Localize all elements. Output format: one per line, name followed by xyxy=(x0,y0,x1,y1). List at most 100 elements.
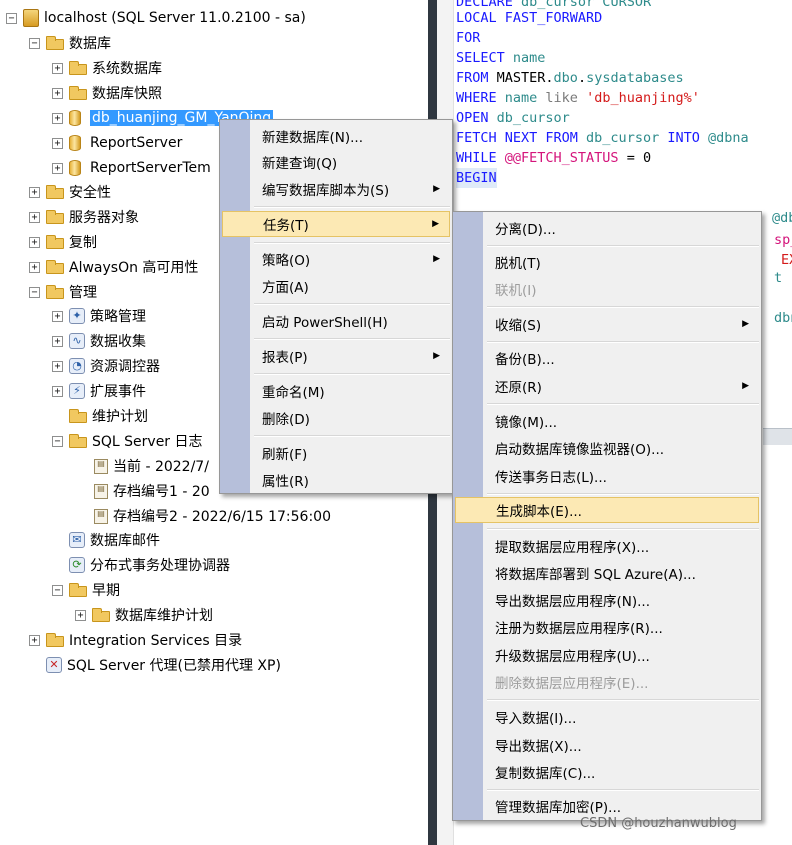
tree-node-maintenance-plans[interactable]: 维护计划 xyxy=(69,405,148,427)
menu-item-new-database[interactable]: 新建数据库(N)... xyxy=(252,123,450,149)
collapse-icon[interactable]: − xyxy=(6,12,17,24)
menu-item-export-data[interactable]: 导出数据(X)... xyxy=(485,732,759,758)
menu-separator xyxy=(487,493,759,495)
collapse-icon[interactable]: − xyxy=(29,37,40,49)
menu-separator xyxy=(254,373,450,375)
tree-node-legacy[interactable]: − 早期 xyxy=(52,579,120,601)
database-icon xyxy=(69,110,81,126)
expand-icon[interactable]: + xyxy=(29,261,40,273)
expand-icon[interactable]: + xyxy=(52,360,63,372)
menu-separator xyxy=(487,528,759,530)
expand-icon[interactable]: + xyxy=(52,87,63,99)
tree-node-extended-events[interactable]: + ⚡ 扩展事件 xyxy=(52,380,146,402)
menu-item-rename[interactable]: 重命名(M) xyxy=(252,378,450,404)
tree-node-label: AlwaysOn 高可用性 xyxy=(69,260,199,276)
tree-node-dtc[interactable]: ⟳ 分布式事务处理协调器 xyxy=(69,554,230,576)
menu-item-register-dac[interactable]: 注册为数据层应用程序(R)... xyxy=(485,614,759,640)
expand-icon[interactable]: + xyxy=(52,137,63,149)
folder-icon xyxy=(46,35,64,50)
menu-item-mirror-monitor[interactable]: 启动数据库镜像监视器(O)... xyxy=(485,435,759,461)
menu-item-policies[interactable]: 策略(O) ▶ xyxy=(252,246,450,272)
tree-node-integration-services[interactable]: + Integration Services 目录 xyxy=(29,629,242,651)
folder-icon xyxy=(46,284,64,299)
tree-node-resource-governor[interactable]: + ◔ 资源调控器 xyxy=(52,355,160,377)
tree-node-management[interactable]: − 管理 xyxy=(29,281,97,303)
editor-pane-divider xyxy=(763,428,792,445)
tree-node-label: 数据库邮件 xyxy=(90,533,160,549)
expand-icon[interactable]: + xyxy=(52,62,63,74)
tree-node-sql-server-agent[interactable]: ✕ SQL Server 代理(已禁用代理 XP) xyxy=(46,654,281,676)
expand-icon[interactable]: + xyxy=(52,335,63,347)
expand-icon[interactable]: + xyxy=(52,310,63,322)
folder-icon xyxy=(69,408,87,423)
tree-node-security[interactable]: + 安全性 xyxy=(29,181,111,203)
menu-item-script-database[interactable]: 编写数据库脚本为(S) ▶ xyxy=(252,176,450,202)
tree-node-databases[interactable]: − 数据库 xyxy=(29,32,111,54)
expand-icon[interactable]: + xyxy=(75,609,86,621)
menu-item-mirror[interactable]: 镜像(M)... xyxy=(485,408,759,434)
tree-node-sql-server-logs[interactable]: − SQL Server 日志 xyxy=(52,430,203,452)
tree-node-log-archive-1[interactable]: ▤ 存档编号1 - 20 xyxy=(94,480,210,502)
menu-item-detach[interactable]: 分离(D)... xyxy=(485,215,759,241)
tree-node-label: localhost (SQL Server 11.0.2100 - sa) xyxy=(44,10,306,26)
expand-icon[interactable]: + xyxy=(29,634,40,646)
submenu-arrow-icon: ▶ xyxy=(742,381,749,391)
watermark-text: CSDN @houzhanwublog xyxy=(580,816,737,831)
tree-node-log-current[interactable]: ▤ 当前 - 2022/7/ xyxy=(94,455,209,477)
menu-item-shrink[interactable]: 收缩(S) ▶ xyxy=(485,311,759,337)
tree-node-reportservertemp[interactable]: + ReportServerTem xyxy=(52,157,211,179)
tree-node-database-mail[interactable]: ✉ 数据库邮件 xyxy=(69,529,160,551)
menu-item-restore[interactable]: 还原(R) ▶ xyxy=(485,373,759,399)
menu-item-refresh[interactable]: 刷新(F) xyxy=(252,440,450,466)
menu-item-export-dac[interactable]: 导出数据层应用程序(N)... xyxy=(485,587,759,613)
menu-item-copy-database[interactable]: 复制数据库(C)... xyxy=(485,759,759,785)
menu-item-tasks[interactable]: 任务(T) ▶ xyxy=(222,211,450,237)
menu-item-facets[interactable]: 方面(A) xyxy=(252,273,450,299)
menu-item-extract-dac[interactable]: 提取数据层应用程序(X)... xyxy=(485,533,759,559)
tree-node-server[interactable]: − localhost (SQL Server 11.0.2100 - sa) xyxy=(6,7,306,29)
data-collection-icon: ∿ xyxy=(69,333,85,349)
menu-item-import-data[interactable]: 导入数据(I)... xyxy=(485,704,759,730)
tree-node-replication[interactable]: + 复制 xyxy=(29,231,97,253)
tree-node-system-databases[interactable]: + 系统数据库 xyxy=(52,57,162,79)
expand-icon[interactable]: + xyxy=(52,385,63,397)
menu-item-take-offline[interactable]: 脱机(T) xyxy=(485,249,759,275)
tree-node-reportserver[interactable]: + ReportServer xyxy=(52,132,182,154)
menu-item-generate-scripts[interactable]: 生成脚本(E)... xyxy=(455,497,759,523)
expand-icon[interactable]: + xyxy=(29,211,40,223)
menu-item-log-shipping[interactable]: 传送事务日志(L)... xyxy=(485,463,759,489)
tree-node-data-collection[interactable]: + ∿ 数据收集 xyxy=(52,330,146,352)
menu-item-delete[interactable]: 删除(D) xyxy=(252,405,450,431)
menu-item-properties[interactable]: 属性(R) xyxy=(252,467,450,493)
expand-icon[interactable]: + xyxy=(52,162,63,174)
menu-item-start-powershell[interactable]: 启动 PowerShell(H) xyxy=(252,308,450,334)
expand-icon[interactable]: + xyxy=(52,112,63,124)
tree-node-alwayson[interactable]: + AlwaysOn 高可用性 xyxy=(29,256,198,278)
tree-node-label: 早期 xyxy=(92,583,120,599)
extended-events-icon: ⚡ xyxy=(69,383,85,399)
expand-icon[interactable]: + xyxy=(29,186,40,198)
menu-item-backup[interactable]: 备份(B)... xyxy=(485,345,759,371)
submenu-arrow-icon: ▶ xyxy=(433,254,440,264)
server-icon xyxy=(23,9,39,27)
tree-node-server-objects[interactable]: + 服务器对象 xyxy=(29,206,139,228)
menu-item-new-query[interactable]: 新建查询(Q) xyxy=(252,149,450,175)
tree-node-label: 分布式事务处理协调器 xyxy=(90,558,230,574)
menu-item-bring-online: 联机(I) xyxy=(495,283,537,299)
collapse-icon[interactable]: − xyxy=(52,435,63,447)
tree-node-label: 资源调控器 xyxy=(90,359,160,375)
tree-node-policy-management[interactable]: + ✦ 策略管理 xyxy=(52,305,146,327)
tree-node-snapshots[interactable]: + 数据库快照 xyxy=(52,82,162,104)
collapse-icon[interactable]: − xyxy=(29,286,40,298)
menu-item-deploy-to-azure[interactable]: 将数据库部署到 SQL Azure(A)... xyxy=(485,560,759,586)
tree-node-label: Integration Services 目录 xyxy=(69,633,243,649)
menu-item-reports[interactable]: 报表(P) ▶ xyxy=(252,343,450,369)
collapse-icon[interactable]: − xyxy=(52,584,63,596)
tree-node-db-maintenance-plans[interactable]: + 数据库维护计划 xyxy=(75,604,213,626)
expand-icon[interactable]: + xyxy=(29,236,40,248)
folder-icon xyxy=(92,607,110,622)
tree-node-label: 维护计划 xyxy=(92,409,148,425)
menu-item-upgrade-dac[interactable]: 升级数据层应用程序(U)... xyxy=(485,642,759,668)
tree-node-label: 数据库 xyxy=(69,36,111,52)
tree-node-log-archive-2[interactable]: ▤ 存档编号2 - 2022/6/15 17:56:00 xyxy=(94,505,331,527)
